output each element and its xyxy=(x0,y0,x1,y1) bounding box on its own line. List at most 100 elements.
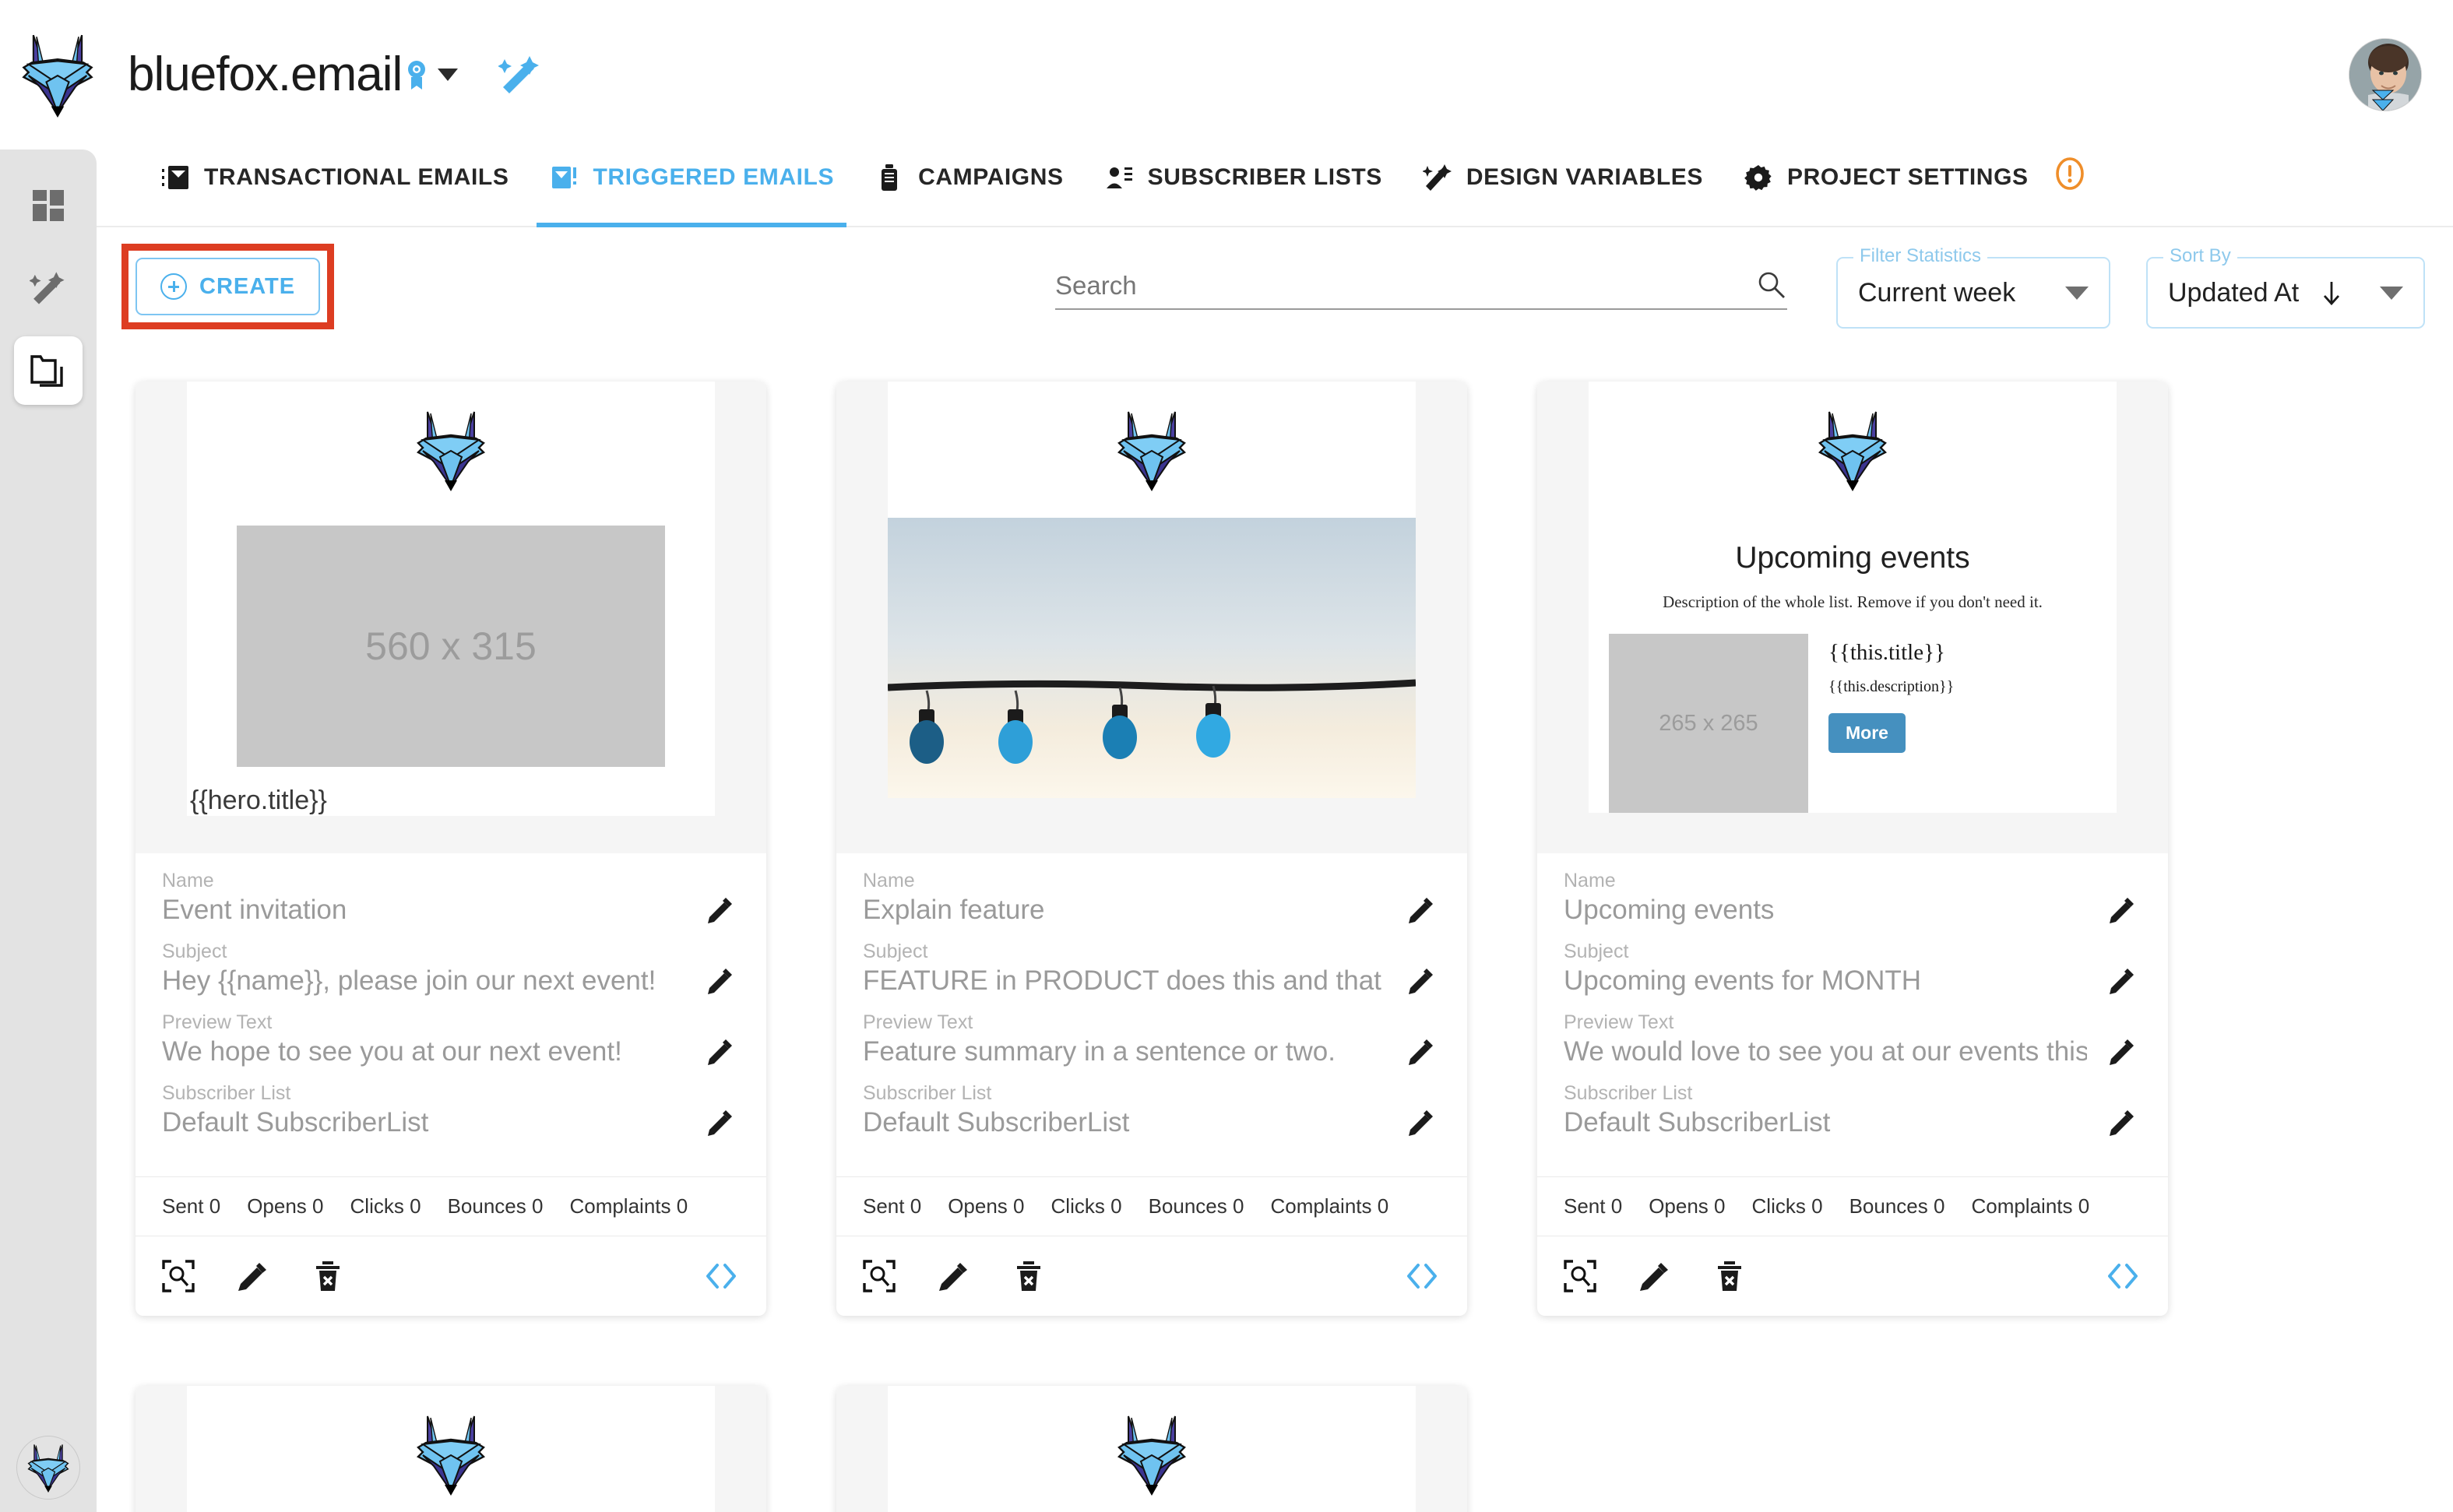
caret-down-icon[interactable] xyxy=(2065,286,2089,300)
edit-pencil-icon[interactable] xyxy=(1406,1036,1436,1066)
tab-subscriber-lists[interactable]: SUBSCRIBER LISTS xyxy=(1084,149,1402,226)
triggered-email-card[interactable]: Upcoming events Description of the whole… xyxy=(1537,382,2168,1316)
stat-sent: Sent 0 xyxy=(863,1194,922,1218)
stat-bounces: Bounces 0 xyxy=(447,1194,544,1218)
code-brackets-icon[interactable] xyxy=(2104,1261,2142,1292)
edit-pencil-icon[interactable] xyxy=(1406,895,1436,924)
magic-wand-icon[interactable] xyxy=(498,53,542,97)
card-statistics: Sent 0 Opens 0 Clicks 0 Bounces 0 Compla… xyxy=(135,1176,766,1236)
create-button[interactable]: CREATE xyxy=(135,258,321,315)
edit-pencil-icon[interactable] xyxy=(1406,965,1436,995)
edit-pencil-icon[interactable] xyxy=(2107,895,2137,924)
main-tab-bar: TRANSACTIONAL EMAILS TRIGGERED EMAILS CA… xyxy=(97,149,2453,227)
edit-pencil-icon[interactable] xyxy=(237,1260,269,1292)
hero-title-text: {{hero.title}} xyxy=(190,786,327,815)
tab-triggered-emails[interactable]: TRIGGERED EMAILS xyxy=(529,149,854,227)
sidebar-item-dashboard[interactable] xyxy=(14,171,83,240)
filter-statistics-select[interactable]: Filter Statistics Current week xyxy=(1836,245,2110,329)
sidebar-item-projects[interactable] xyxy=(14,336,83,405)
field-label: Subject xyxy=(1564,941,1629,962)
page-title: bluefox.email xyxy=(128,47,403,101)
arrow-down-icon[interactable] xyxy=(2318,279,2346,307)
bluefox-logo-icon xyxy=(1818,411,1888,491)
delete-trash-icon[interactable] xyxy=(311,1260,344,1292)
field-preview-text: Preview Text We would love to see you at… xyxy=(1564,1011,2142,1069)
app-header: bluefox.email xyxy=(0,0,2453,149)
field-label: Subject xyxy=(863,941,928,962)
field-label: Subject xyxy=(162,941,227,962)
filter-statistics-legend: Filter Statistics xyxy=(1853,245,1988,267)
triggered-email-card[interactable] xyxy=(836,1386,1467,1512)
field-value: FEATURE in PRODUCT does this and that xyxy=(863,965,1381,996)
tab-label: TRANSACTIONAL EMAILS xyxy=(204,164,509,190)
sidebar-item-design[interactable] xyxy=(14,254,83,322)
left-sidebar xyxy=(0,149,97,1512)
bluefox-logo-icon xyxy=(1117,411,1187,491)
stat-opens: Opens 0 xyxy=(247,1194,324,1218)
field-value: Explain feature xyxy=(863,894,1045,925)
event-image-placeholder: 265 x 265 xyxy=(1609,634,1808,813)
preview-magnify-icon[interactable] xyxy=(863,1260,896,1292)
edit-pencil-icon[interactable] xyxy=(1638,1260,1671,1292)
triggered-email-icon xyxy=(552,167,577,188)
caret-down-icon[interactable] xyxy=(2380,286,2403,300)
edit-pencil-icon[interactable] xyxy=(706,1036,735,1066)
create-button-highlight: CREATE xyxy=(121,244,335,329)
field-label: Name xyxy=(162,870,214,891)
edit-pencil-icon[interactable] xyxy=(706,895,735,924)
field-name: Name Explain feature xyxy=(863,870,1441,927)
email-preview[interactable] xyxy=(836,382,1467,853)
field-value: Event invitation xyxy=(162,894,347,925)
triggered-email-card[interactable] xyxy=(135,1386,766,1512)
preview-magnify-icon[interactable] xyxy=(1564,1260,1596,1292)
tab-design-variables[interactable]: DESIGN VARIABLES xyxy=(1402,149,1723,226)
triggered-email-card[interactable]: 560 x 315 {{hero.title}} Name Event invi… xyxy=(135,382,766,1316)
sort-by-legend: Sort By xyxy=(2163,245,2237,267)
tab-transactional-emails[interactable]: TRANSACTIONAL EMAILS xyxy=(140,149,529,226)
sort-by-select[interactable]: Sort By Updated At xyxy=(2146,245,2425,329)
code-brackets-icon[interactable] xyxy=(702,1261,740,1292)
edit-pencil-icon[interactable] xyxy=(2107,1036,2137,1066)
sidebar-footer-avatar[interactable] xyxy=(16,1436,80,1500)
tab-project-settings[interactable]: PROJECT SETTINGS xyxy=(1723,149,2049,226)
warning-exclamation-icon[interactable] xyxy=(2054,157,2086,190)
email-preview[interactable] xyxy=(135,1386,766,1512)
edit-pencil-icon[interactable] xyxy=(1406,1107,1436,1137)
field-label: Subscriber List xyxy=(1564,1082,1693,1104)
edit-pencil-icon[interactable] xyxy=(706,965,735,995)
edit-pencil-icon[interactable] xyxy=(938,1260,970,1292)
avatar[interactable] xyxy=(2349,38,2422,111)
code-brackets-icon[interactable] xyxy=(1403,1261,1441,1292)
stat-clicks: Clicks 0 xyxy=(1051,1194,1122,1218)
bluefox-logo-icon[interactable] xyxy=(17,32,98,118)
search-field[interactable] xyxy=(1055,269,1787,310)
triggered-email-card[interactable]: Name Explain feature Subject FEATURE in … xyxy=(836,382,1467,1316)
email-preview[interactable]: Upcoming events Description of the whole… xyxy=(1537,382,2168,853)
bluefox-logo-icon xyxy=(1117,1415,1187,1496)
tab-label: DESIGN VARIABLES xyxy=(1466,164,1703,190)
tab-campaigns[interactable]: CAMPAIGNS xyxy=(854,149,1084,226)
card-actions xyxy=(135,1236,766,1316)
search-input[interactable] xyxy=(1055,271,1756,301)
app-root: bluefox.email TRANSACTIONAL EMAILS TRIGG… xyxy=(0,0,2453,1512)
delete-trash-icon[interactable] xyxy=(1012,1260,1045,1292)
card-statistics: Sent 0 Opens 0 Clicks 0 Bounces 0 Compla… xyxy=(836,1176,1467,1236)
field-subscriber-list: Subscriber List Default SubscriberList xyxy=(1564,1082,2142,1140)
more-button[interactable]: More xyxy=(1828,713,1906,753)
edit-pencil-icon[interactable] xyxy=(706,1107,735,1137)
edit-pencil-icon[interactable] xyxy=(2107,965,2137,995)
hero-image-placeholder: 560 x 315 xyxy=(237,526,665,767)
transactional-email-icon xyxy=(162,166,188,189)
search-icon[interactable] xyxy=(1756,269,1787,301)
preview-magnify-icon[interactable] xyxy=(162,1260,195,1292)
field-subject: Subject Upcoming events for MONTH xyxy=(1564,941,2142,998)
project-dropdown-caret-icon[interactable] xyxy=(438,69,459,81)
email-preview[interactable] xyxy=(836,1386,1467,1512)
subscriber-list-icon xyxy=(1106,167,1132,188)
field-label: Subscriber List xyxy=(162,1082,291,1104)
bluefox-logo-icon xyxy=(416,1415,486,1496)
edit-pencil-icon[interactable] xyxy=(2107,1107,2137,1137)
stat-complaints: Complaints 0 xyxy=(569,1194,688,1218)
delete-trash-icon[interactable] xyxy=(1713,1260,1746,1292)
email-preview[interactable]: 560 x 315 {{hero.title}} xyxy=(135,382,766,853)
